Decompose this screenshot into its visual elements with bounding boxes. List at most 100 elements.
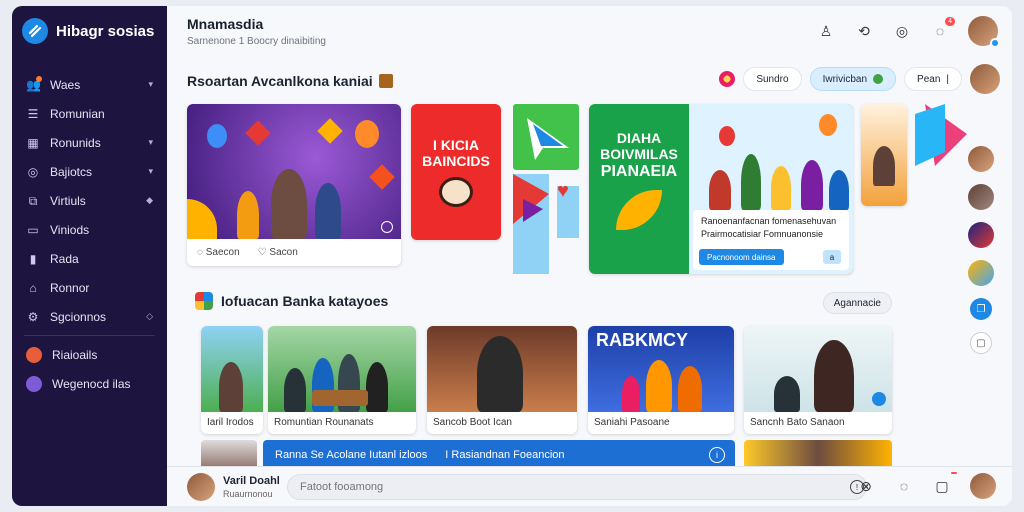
share-button[interactable]: ⟲ — [854, 21, 874, 41]
notification-badge: 4 — [945, 17, 955, 26]
gift-icon — [378, 74, 393, 88]
avatar[interactable] — [968, 146, 994, 172]
diamond-icon: ◆ — [146, 195, 153, 205]
filter-chip-iwrivicban[interactable]: Iwrivicban — [809, 67, 897, 91]
sidebar: Hibagr sosias 👥 Waes ▾ ☰ Romunian ▦ Ronu… — [12, 6, 167, 506]
bottom-bar: Varil Doahl Ruaurnonou ! ⊗ ◌ ▢ — [167, 466, 1012, 506]
sidebar-item-label: Sgcionnos — [50, 309, 107, 324]
leaf-shape — [616, 190, 662, 230]
sidebar-item-virtiuls[interactable]: ⧉ Virtiuls ◆ — [12, 186, 167, 215]
avatar[interactable] — [968, 222, 994, 248]
video-card[interactable]: Sancnh Bato Sanaon — [744, 326, 892, 434]
card-action-button[interactable]: Pacnonoom dainsa — [699, 249, 784, 265]
decor-blue-strip — [513, 174, 549, 274]
thumbnail-card[interactable] — [861, 104, 907, 206]
basket-shape — [312, 390, 368, 406]
caption-line: Prairmocatisiar Fomnuanonsie — [701, 229, 824, 239]
flower-icon — [719, 71, 736, 87]
main-content: Mnamasdia Sarnenone 1 Boocry dinaibiting… — [167, 6, 1012, 506]
rail-action-button[interactable]: ▢ — [970, 332, 992, 354]
sidebar-item-bajiotcs[interactable]: ◎ Bajiotcs ▾ — [12, 157, 167, 186]
avatar[interactable] — [968, 16, 1000, 48]
online-indicator — [990, 38, 1000, 48]
avatar[interactable] — [970, 473, 996, 499]
filter-chip-pean[interactable]: Pean | — [904, 67, 962, 91]
video-card[interactable]: Iaril Irodos — [201, 326, 263, 434]
person-figure — [366, 362, 388, 412]
promo-line: I KICIA — [433, 137, 479, 153]
promo-text: DIAHA BOIVMILAS PIANAEIA — [589, 104, 689, 274]
sidebar-item-riaioails[interactable]: Riaioails — [12, 340, 167, 369]
promo-card-red[interactable]: I KICIA BAINCIDS — [411, 104, 501, 240]
meta-item[interactable]: ◌ Saecon — [197, 247, 240, 258]
meta-item[interactable]: ♡ Sacon — [258, 247, 298, 258]
sidebar-item-wegenocd[interactable]: Wegenocd ilas — [12, 369, 167, 398]
filter-chip-sundro[interactable]: Sundro — [743, 67, 802, 91]
person-figure — [284, 368, 306, 412]
list-icon: ☰ — [27, 106, 39, 121]
category-icon — [195, 292, 213, 310]
sidebar-item-rada[interactable]: ▮ Rada — [12, 244, 167, 273]
sidebar-item-label: Waes — [50, 77, 81, 92]
chart-icon: ▮ — [29, 251, 37, 266]
meta-label: Sacon — [269, 247, 298, 258]
video-thumbnail: RABKMCY — [588, 326, 734, 412]
profile-button[interactable]: ♙ — [816, 21, 836, 41]
promo-line: PIANAEIA — [600, 163, 678, 180]
decor-heart-strip: ♥ — [557, 180, 579, 238]
avatar[interactable] — [187, 473, 215, 501]
sidebar-item-label: Virtiuls — [50, 193, 86, 208]
triangle-shape-icon — [513, 174, 549, 224]
promo-line: BAINCIDS — [422, 153, 490, 169]
person-figure — [771, 166, 791, 210]
sidebar-item-viniods[interactable]: ▭ Viniods — [12, 215, 167, 244]
chevron-down-icon: ▾ — [148, 137, 153, 147]
chat-icon: ◌ — [935, 23, 945, 39]
video-card[interactable]: Romuntian Rounanats — [268, 326, 416, 434]
settings-button[interactable]: ◎ — [892, 21, 912, 41]
sidebar-item-waes[interactable]: 👥 Waes ▾ — [12, 70, 167, 99]
bottom-toolbar: ⊗ ◌ ▢ — [856, 472, 996, 499]
play-badge-icon[interactable] — [872, 392, 886, 406]
chip-label: Iwrivicban — [822, 73, 868, 85]
compose-input[interactable] — [287, 474, 867, 500]
globe-icon — [26, 346, 42, 363]
featured-image — [187, 104, 401, 239]
notifications-button[interactable]: ◌ 4 — [930, 17, 955, 41]
avatar[interactable] — [970, 64, 1000, 94]
sidebar-item-ronunids[interactable]: ▦ Ronunids ▾ — [12, 128, 167, 157]
video-card[interactable]: RABKMCY Saniahi Pasoane — [588, 326, 734, 434]
promo-line: DIAHA — [616, 130, 662, 146]
person-figure — [622, 376, 640, 412]
info-icon[interactable]: i — [709, 447, 725, 463]
rail-action-button[interactable]: ❐ — [970, 298, 992, 320]
view-all-button[interactable]: Agannacie — [822, 292, 892, 314]
share-button[interactable]: ⊗ — [856, 476, 876, 496]
message-button[interactable]: ▢ — [932, 472, 957, 496]
video-caption: Iaril Irodos — [207, 417, 254, 428]
avatar[interactable] — [968, 184, 994, 210]
person-figure — [774, 376, 800, 412]
sidebar-item-label: Wegenocd ilas — [52, 376, 131, 391]
sidebar-item-sgcionnos[interactable]: ⚙ Sgcionnos ◇ — [12, 302, 167, 331]
featured-card[interactable]: ◌ Saecon ♡ Sacon — [187, 104, 401, 266]
video-caption: Romuntian Rounanats — [274, 417, 374, 428]
person-figure — [801, 160, 823, 210]
status-dot-icon — [873, 74, 884, 84]
sidebar-item-romunian[interactable]: ☰ Romunian — [12, 99, 167, 128]
video-title: RABKMCY — [596, 330, 688, 350]
camera-icon[interactable]: a — [823, 250, 841, 264]
sidebar-item-label: Ronnor — [50, 280, 90, 295]
avatar[interactable] — [968, 260, 994, 286]
sidebar-item-label: Romunian — [50, 106, 105, 121]
brand[interactable]: Hibagr sosias — [22, 18, 154, 44]
balloon-shape — [207, 124, 227, 148]
sidebar-item-ronnor[interactable]: ⌂ Ronnor — [12, 273, 167, 302]
settings-icon: ⚙ — [27, 309, 39, 324]
balloon-shape — [819, 114, 837, 136]
video-card[interactable]: Sancob Boot Ican — [427, 326, 577, 434]
kite-shape — [245, 120, 271, 146]
promo-card-green[interactable]: DIAHA BOIVMILAS PIANAEIA Ranoenanfacnan … — [589, 104, 853, 274]
sidebar-item-label: Viniods — [50, 222, 90, 237]
chat-button[interactable]: ◌ — [894, 476, 914, 496]
